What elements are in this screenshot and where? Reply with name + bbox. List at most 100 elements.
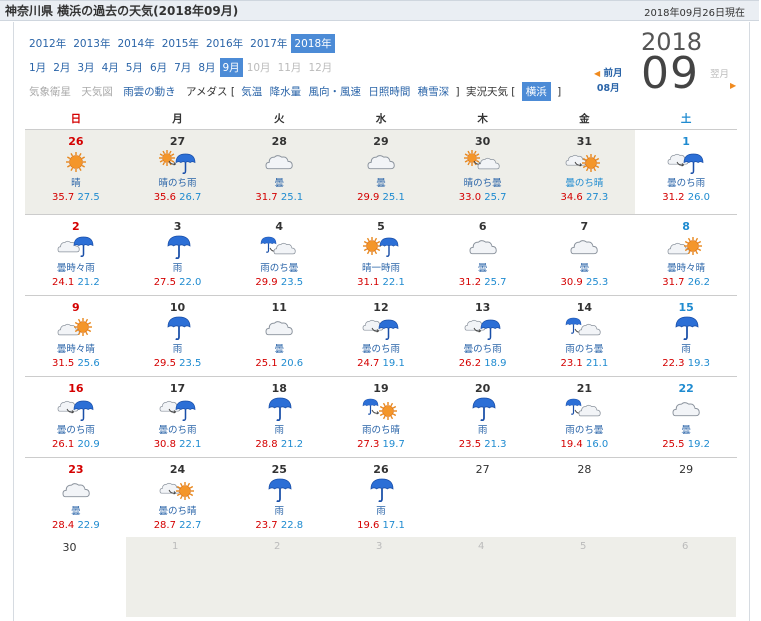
year-link-5[interactable]: 2017年	[250, 36, 287, 51]
day-cell-4[interactable]: 4 雨のち曇 29.9 23.5	[228, 214, 331, 296]
rain-then-cloudy-icon	[260, 236, 296, 255]
temperatures: 27.5 22.0	[127, 277, 229, 288]
month-link-8[interactable]: 8月	[198, 60, 215, 75]
month-link-1[interactable]: 1月	[29, 60, 46, 75]
max-temp: 31.5	[51, 358, 75, 369]
year-link-1[interactable]: 2013年	[73, 36, 110, 51]
year-link-3[interactable]: 2015年	[162, 36, 199, 51]
day-cell-31[interactable]: 31 曇のち晴 34.6 27.3	[533, 129, 636, 215]
temperatures: 30.9 25.3	[534, 277, 636, 288]
cloudy-occasional-sunny-icon	[667, 237, 703, 255]
day-cell-30[interactable]: 30 晴のち曇 33.0 25.7	[431, 129, 534, 215]
day-cell-8[interactable]: 8 曇時々晴 31.7 26.2	[635, 214, 737, 296]
cloudy-then-sunny-icon	[565, 154, 601, 172]
min-temp: 23.5	[179, 358, 202, 369]
day-cell-20[interactable]: 20 雨 23.5 21.3	[431, 376, 534, 458]
max-temp: 28.8	[255, 439, 278, 450]
day-cell-23[interactable]: 23 曇 28.4 22.9	[25, 458, 127, 539]
day-cell-12[interactable]: 12 曇のち雨 24.7 19.1	[330, 295, 432, 377]
day-cell-19[interactable]: 19 雨のち晴 27.3 19.7	[330, 376, 432, 458]
rain-cloud-link[interactable]: 雨雲の動き	[123, 84, 176, 99]
weather-label: 曇	[274, 344, 285, 355]
year-link-0[interactable]: 2012年	[29, 36, 66, 51]
day-cell-25[interactable]: 25 雨 23.7 22.8	[228, 458, 330, 539]
day-cell-1[interactable]: 1 曇のち雨 31.2 26.0	[635, 129, 737, 215]
month-link-2[interactable]: 2月	[53, 60, 70, 75]
day-cell-27[interactable]: 27 晴のち雨 35.6 26.7	[126, 129, 229, 215]
temperatures: 34.6 27.3	[534, 192, 636, 203]
umbrella-shape	[566, 317, 582, 334]
weather-label: 曇	[477, 263, 488, 274]
weather-label: 曇のち雨	[158, 425, 197, 436]
precip-link[interactable]: 降水量	[270, 84, 302, 99]
min-temp: 26.2	[687, 277, 710, 288]
day-cell-27: 27	[432, 458, 534, 539]
day-cell-3[interactable]: 3 雨 27.5 22.0	[126, 214, 229, 296]
weather-label: 曇	[274, 178, 285, 189]
day-cell-21[interactable]: 21 雨のち曇 19.4 16.0	[533, 376, 636, 458]
temp-link[interactable]: 気温	[241, 84, 262, 99]
temperatures: 28.8 21.2	[228, 439, 330, 450]
day-cell-6[interactable]: 6 曇 31.2 25.7	[431, 214, 534, 296]
cloudy-then-rain-icon	[159, 400, 195, 421]
day-cell-10[interactable]: 10 雨 29.5 23.5	[126, 295, 229, 377]
day-cell-16[interactable]: 16 曇のち雨 26.1 20.9	[25, 376, 127, 458]
month-link-10: 10月	[246, 62, 271, 74]
min-temp: 21.1	[585, 358, 609, 369]
month-link-7[interactable]: 7月	[174, 60, 191, 75]
min-temp: 27.3	[585, 192, 609, 203]
month-link-9[interactable]: 9月	[219, 58, 243, 77]
day-cell-29[interactable]: 29 曇 29.9 25.1	[330, 129, 432, 215]
year-link-2[interactable]: 2014年	[117, 36, 154, 51]
day-cell-14[interactable]: 14 雨のち曇 23.1 21.1	[533, 295, 636, 377]
day-cell-5[interactable]: 5 晴一時雨 31.1 22.1	[330, 214, 432, 296]
max-temp: 30.9	[560, 277, 583, 288]
day-number: 15	[678, 301, 694, 314]
weather-label: 晴のち雨	[158, 178, 197, 189]
month-link-3[interactable]: 3月	[77, 60, 94, 75]
day-cell-26[interactable]: 26 晴 35.7 27.5	[25, 129, 127, 215]
day-cell-17[interactable]: 17 曇のち雨 30.8 22.1	[126, 376, 229, 458]
bracket-close-2: ]	[557, 86, 562, 98]
year-link-6[interactable]: 2018年	[291, 34, 335, 53]
weekday-header: 火	[228, 107, 331, 130]
snow-link[interactable]: 積雪深	[418, 84, 450, 99]
wind-link[interactable]: 風向・風速	[308, 84, 361, 99]
umbrella-shape	[268, 397, 292, 421]
min-temp: 19.1	[382, 358, 405, 369]
day-cell-13[interactable]: 13 曇のち雨 26.2 18.9	[431, 295, 534, 377]
month-link-4[interactable]: 4月	[102, 60, 119, 75]
sunshine-link[interactable]: 日照時間	[368, 84, 410, 99]
min-temp: 25.1	[382, 192, 405, 203]
day-cell-28[interactable]: 28 曇 31.7 25.1	[228, 129, 331, 215]
prev-month-link[interactable]: ◀ 前月 08月	[594, 66, 622, 96]
umbrella-shape	[167, 235, 190, 259]
rain-then-cloudy-icon	[566, 398, 601, 417]
weather-label: 曇時々雨	[56, 263, 95, 274]
day-cell-2[interactable]: 2 曇時々雨 24.1 21.2	[25, 214, 127, 296]
month-link-5[interactable]: 5月	[126, 60, 143, 75]
day-cell-18[interactable]: 18 雨 28.8 21.2	[228, 376, 331, 458]
day-number: 26	[68, 135, 84, 148]
rain-icon	[268, 478, 292, 502]
temperatures: 24.7 19.1	[330, 358, 432, 369]
day-cell-22[interactable]: 22 曇 25.5 19.2	[635, 376, 737, 458]
day-cell-24[interactable]: 24 曇のち晴 28.7 22.7	[127, 458, 229, 539]
day-cell-26[interactable]: 26 雨 19.6 17.1	[330, 458, 432, 539]
max-temp: 25.5	[662, 439, 685, 450]
month-link-6[interactable]: 6月	[150, 60, 167, 75]
weather-label: 曇	[71, 506, 81, 517]
day-number: 13	[475, 301, 491, 314]
weather-label: 曇のち雨	[463, 344, 502, 355]
day-cell-15[interactable]: 15 雨 22.3 19.3	[635, 295, 737, 377]
day-cell-7[interactable]: 7 曇 30.9 25.3	[533, 214, 636, 296]
day-number: 29	[679, 463, 694, 476]
day-number: 10	[169, 301, 186, 314]
year-link-4[interactable]: 2016年	[206, 36, 243, 51]
yokohama-button[interactable]: 横浜	[521, 82, 551, 101]
day-cell-9[interactable]: 9 曇時々晴 31.5 25.6	[25, 295, 127, 377]
min-temp: 20.6	[280, 358, 304, 369]
cloudy-then-rain-icon	[667, 153, 704, 174]
day-cell-11[interactable]: 11 曇 25.1 20.6	[228, 295, 331, 377]
weekday-header: 金	[533, 107, 636, 130]
